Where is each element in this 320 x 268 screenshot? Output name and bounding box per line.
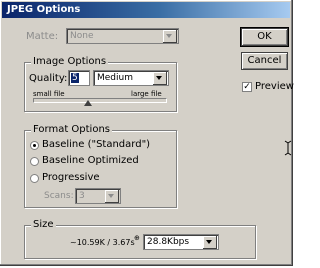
option-baseline-optimized-label[interactable]: Baseline Optimized xyxy=(42,155,139,166)
connection-speed-value: 28.8Kbps xyxy=(147,237,190,247)
option-progressive-label[interactable]: Progressive xyxy=(42,172,100,183)
option-baseline-standard-label[interactable]: Baseline ("Standard") xyxy=(42,139,150,150)
matte-select: None xyxy=(66,28,179,44)
title-bar[interactable]: JPEG Options xyxy=(2,2,290,18)
scans-value: 3 xyxy=(79,191,85,201)
preview-checkbox[interactable]: ✓ xyxy=(242,82,252,92)
image-options-legend: Image Options xyxy=(31,56,109,67)
size-estimate: ~10.59K / 3.67s xyxy=(70,238,135,247)
matte-value: None xyxy=(70,31,94,41)
quality-slider-thumb[interactable] xyxy=(84,100,93,106)
chevron-down-icon xyxy=(203,236,217,249)
connection-speed-select[interactable]: 28.8Kbps xyxy=(143,234,219,250)
size-group xyxy=(24,225,256,259)
slider-min-label: small file xyxy=(33,90,65,98)
checkmark-icon: ✓ xyxy=(243,82,251,92)
quality-input[interactable]: 5 xyxy=(68,70,90,86)
radio-baseline-standard[interactable] xyxy=(30,141,39,150)
window-title: JPEG Options xyxy=(7,4,81,15)
slider-max-label: large file xyxy=(131,90,162,98)
preview-label[interactable]: Preview xyxy=(255,81,294,92)
quality-preset-value: Medium xyxy=(97,73,133,83)
cancel-button[interactable]: Cancel xyxy=(241,52,288,70)
ok-button[interactable]: OK xyxy=(240,27,289,47)
quality-preset-select[interactable]: Medium xyxy=(93,70,169,86)
chevron-down-icon xyxy=(163,30,177,43)
radio-progressive[interactable] xyxy=(30,174,39,183)
quality-value: 5 xyxy=(71,73,79,83)
connection-speed-icon: ⊕ xyxy=(134,234,140,242)
chevron-down-icon xyxy=(153,72,167,85)
text-cursor-icon xyxy=(284,140,292,156)
chevron-down-icon xyxy=(105,190,119,203)
scans-select: 3 xyxy=(75,188,121,204)
format-options-legend: Format Options xyxy=(31,124,113,135)
jpeg-options-dialog: JPEG Options Matte: None OK Cancel ✓ Pre… xyxy=(0,0,294,266)
size-legend: Size xyxy=(31,219,56,230)
radio-baseline-optimized[interactable] xyxy=(30,157,39,166)
quality-slider-track[interactable] xyxy=(33,98,167,103)
matte-label: Matte: xyxy=(26,31,59,42)
scans-label: Scans: xyxy=(44,191,74,201)
quality-label: Quality: xyxy=(29,73,68,84)
